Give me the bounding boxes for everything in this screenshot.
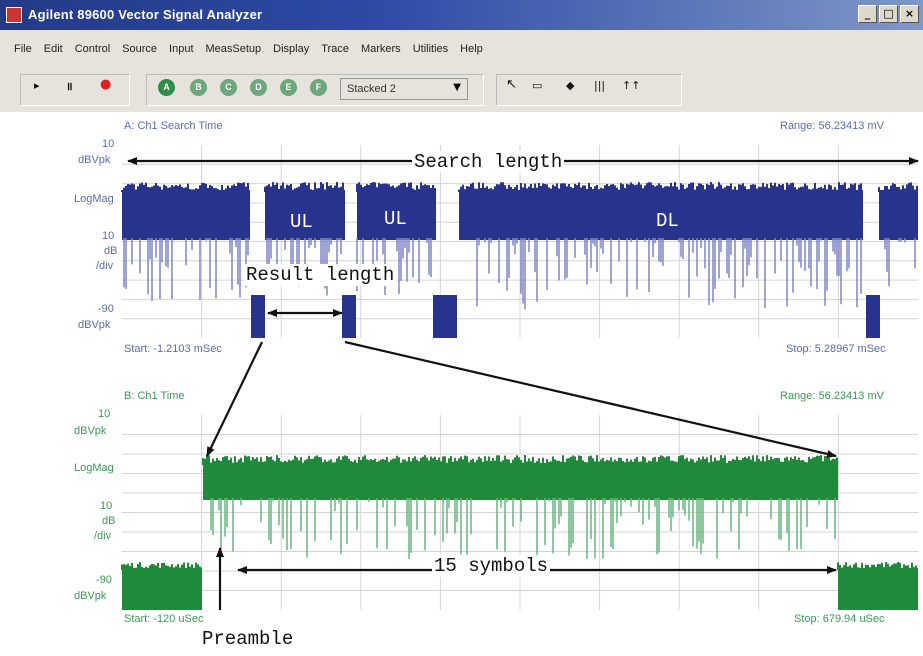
noise-floor-right — [838, 568, 918, 610]
preamble-label: Preamble — [200, 628, 296, 650]
noise-floor-left — [122, 568, 202, 610]
result-length-label: Result length — [244, 264, 397, 286]
low-level-block — [433, 295, 457, 338]
low-level-block — [342, 295, 356, 338]
low-level-block — [866, 295, 880, 338]
ul-label-2: UL — [384, 208, 407, 230]
ul-label-1: UL — [290, 211, 313, 233]
application-window: Agilent 89600 Vector Signal Analyzer _ □… — [0, 0, 923, 656]
trace-b-grid — [122, 415, 918, 610]
arrow — [206, 341, 263, 457]
arrow — [344, 340, 837, 458]
burst-body — [879, 190, 918, 240]
search-length-label: Search length — [412, 151, 565, 173]
burst-body — [203, 463, 838, 500]
low-level-block — [251, 295, 265, 338]
symbols-label: 15 symbols — [432, 555, 551, 577]
burst-body — [122, 190, 250, 240]
dl-label: DL — [656, 210, 679, 232]
